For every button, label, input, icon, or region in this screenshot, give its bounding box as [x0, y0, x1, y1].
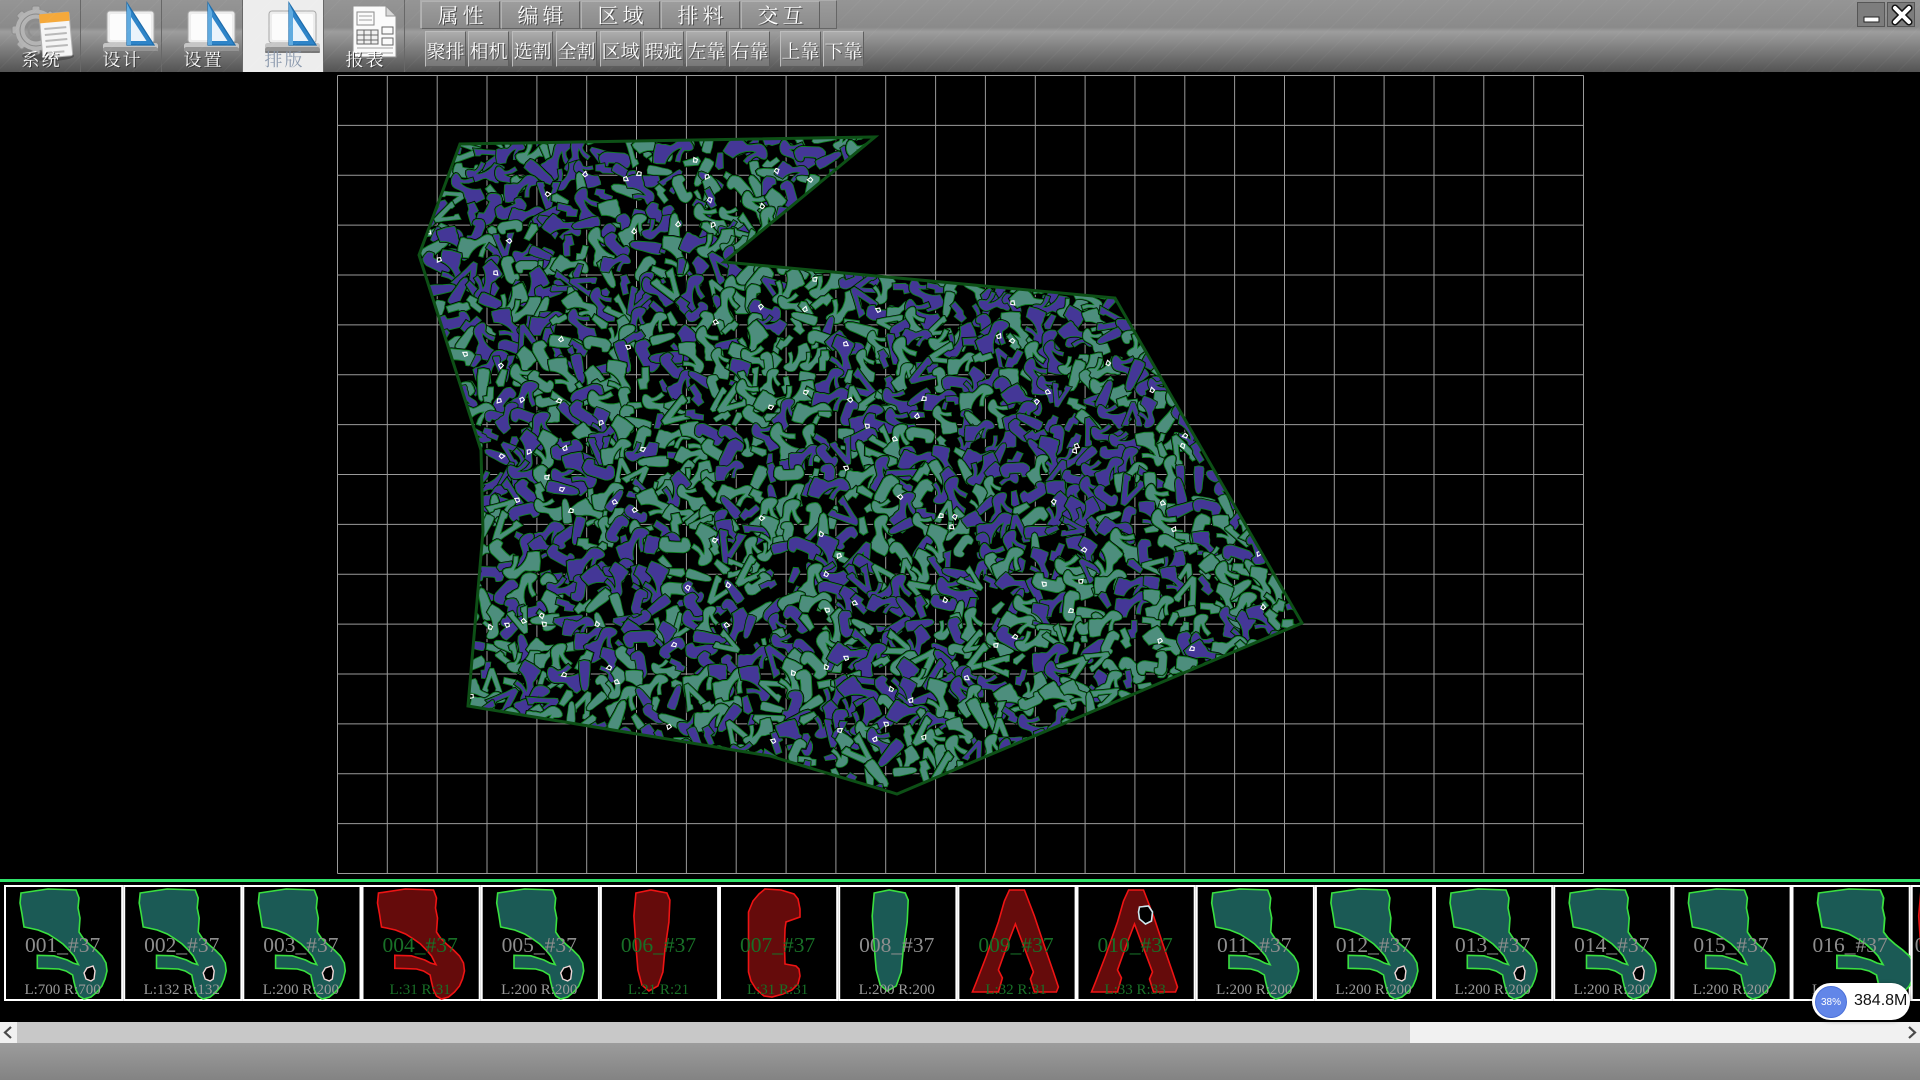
svg-text:0: 0: [1915, 933, 1920, 957]
svg-text:001_#37: 001_#37: [25, 933, 101, 957]
svg-text:L:200 R:200: L:200 R:200: [501, 982, 577, 998]
svg-text:L:200 R:200: L:200 R:200: [1335, 982, 1411, 998]
svg-text:L:33 R:33: L:33 R:33: [1104, 982, 1165, 998]
svg-text:L:700 R:700: L:700 R:700: [24, 982, 100, 998]
svg-text:012_#37: 012_#37: [1336, 933, 1412, 957]
svg-text:013_#37: 013_#37: [1455, 933, 1531, 957]
svg-text:L:32 R:31: L:32 R:31: [985, 982, 1046, 998]
svg-text:006_#37: 006_#37: [621, 933, 697, 957]
svg-text:015_#37: 015_#37: [1693, 933, 1769, 957]
svg-text:L:31 R:31: L:31 R:31: [747, 982, 808, 998]
svg-text:L:200 R:200: L:200 R:200: [1454, 982, 1530, 998]
svg-text:002_#37: 002_#37: [144, 933, 220, 957]
svg-text:011_#37: 011_#37: [1217, 933, 1292, 957]
svg-text:L:200 R:200: L:200 R:200: [1574, 982, 1650, 998]
svg-text:008_#37: 008_#37: [859, 933, 935, 957]
svg-text:L:21 R:21: L:21 R:21: [628, 982, 689, 998]
svg-text:005_#37: 005_#37: [502, 933, 578, 957]
svg-text:L:200 R:200: L:200 R:200: [263, 982, 339, 998]
svg-text:007_#37: 007_#37: [740, 933, 816, 957]
svg-text:L:132 R:132: L:132 R:132: [144, 982, 220, 998]
svg-text:014_#37: 014_#37: [1574, 933, 1650, 957]
svg-text:016_#37: 016_#37: [1812, 933, 1888, 957]
svg-text:004_#37: 004_#37: [382, 933, 458, 957]
svg-text:L:200 R:200: L:200 R:200: [1216, 982, 1292, 998]
svg-text:003_#37: 003_#37: [263, 933, 339, 957]
svg-text:009_#37: 009_#37: [978, 933, 1054, 957]
svg-text:L:200 R:200: L:200 R:200: [1693, 982, 1769, 998]
svg-text:L:200 R:200: L:200 R:200: [859, 982, 935, 998]
svg-text:L:31 R:31: L:31 R:31: [389, 982, 450, 998]
svg-text:010_#37: 010_#37: [1097, 933, 1173, 957]
